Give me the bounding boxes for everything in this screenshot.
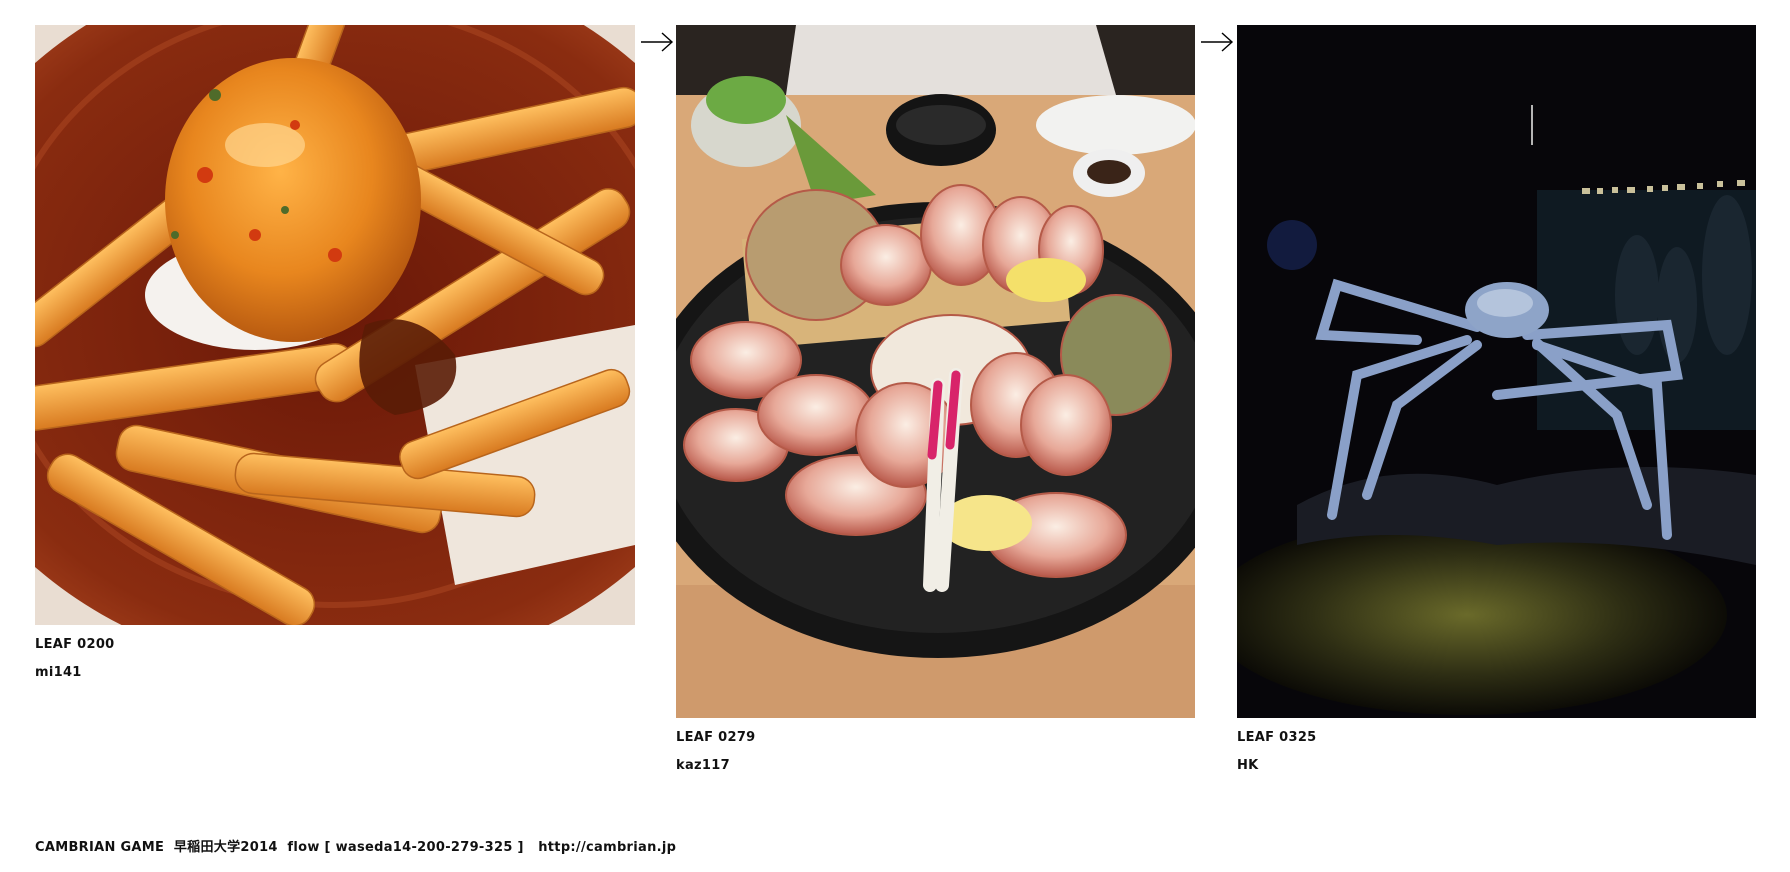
flow-id: flow [ waseda14-200-279-325 ] xyxy=(287,840,524,855)
right-arrow-icon xyxy=(1200,30,1234,54)
leaf-0279-photo[interactable] xyxy=(676,25,1195,718)
leaf-author: kaz117 xyxy=(676,758,730,773)
leaf-author: mi141 xyxy=(35,665,82,680)
leaf-0200-caption: LEAF 0200 mi141 xyxy=(35,631,115,687)
event-name: 早稲田大学2014 xyxy=(173,840,278,855)
leaf-0279-caption: LEAF 0279 kaz117 xyxy=(676,724,756,780)
footer: CAMBRIAN GAME 早稲田大学2014 flow [ waseda14-… xyxy=(35,836,676,855)
leaf-0325-caption: LEAF 0325 HK xyxy=(1237,724,1317,780)
right-arrow-icon xyxy=(640,30,674,54)
leaf-number: LEAF 0200 xyxy=(35,637,115,652)
leaf-author: HK xyxy=(1237,758,1259,773)
game-title: CAMBRIAN GAME xyxy=(35,840,165,855)
crab-platter-image xyxy=(676,25,1195,718)
site-link[interactable]: http://cambrian.jp xyxy=(538,840,676,855)
leaf-number: LEAF 0279 xyxy=(676,730,756,745)
leaf-0200-photo[interactable] xyxy=(35,25,635,625)
fries-with-sauce-image xyxy=(35,25,635,625)
leaf-number: LEAF 0325 xyxy=(1237,730,1317,745)
spider-crab-aquarium-image xyxy=(1237,25,1756,718)
leaf-0325-photo[interactable] xyxy=(1237,25,1756,718)
